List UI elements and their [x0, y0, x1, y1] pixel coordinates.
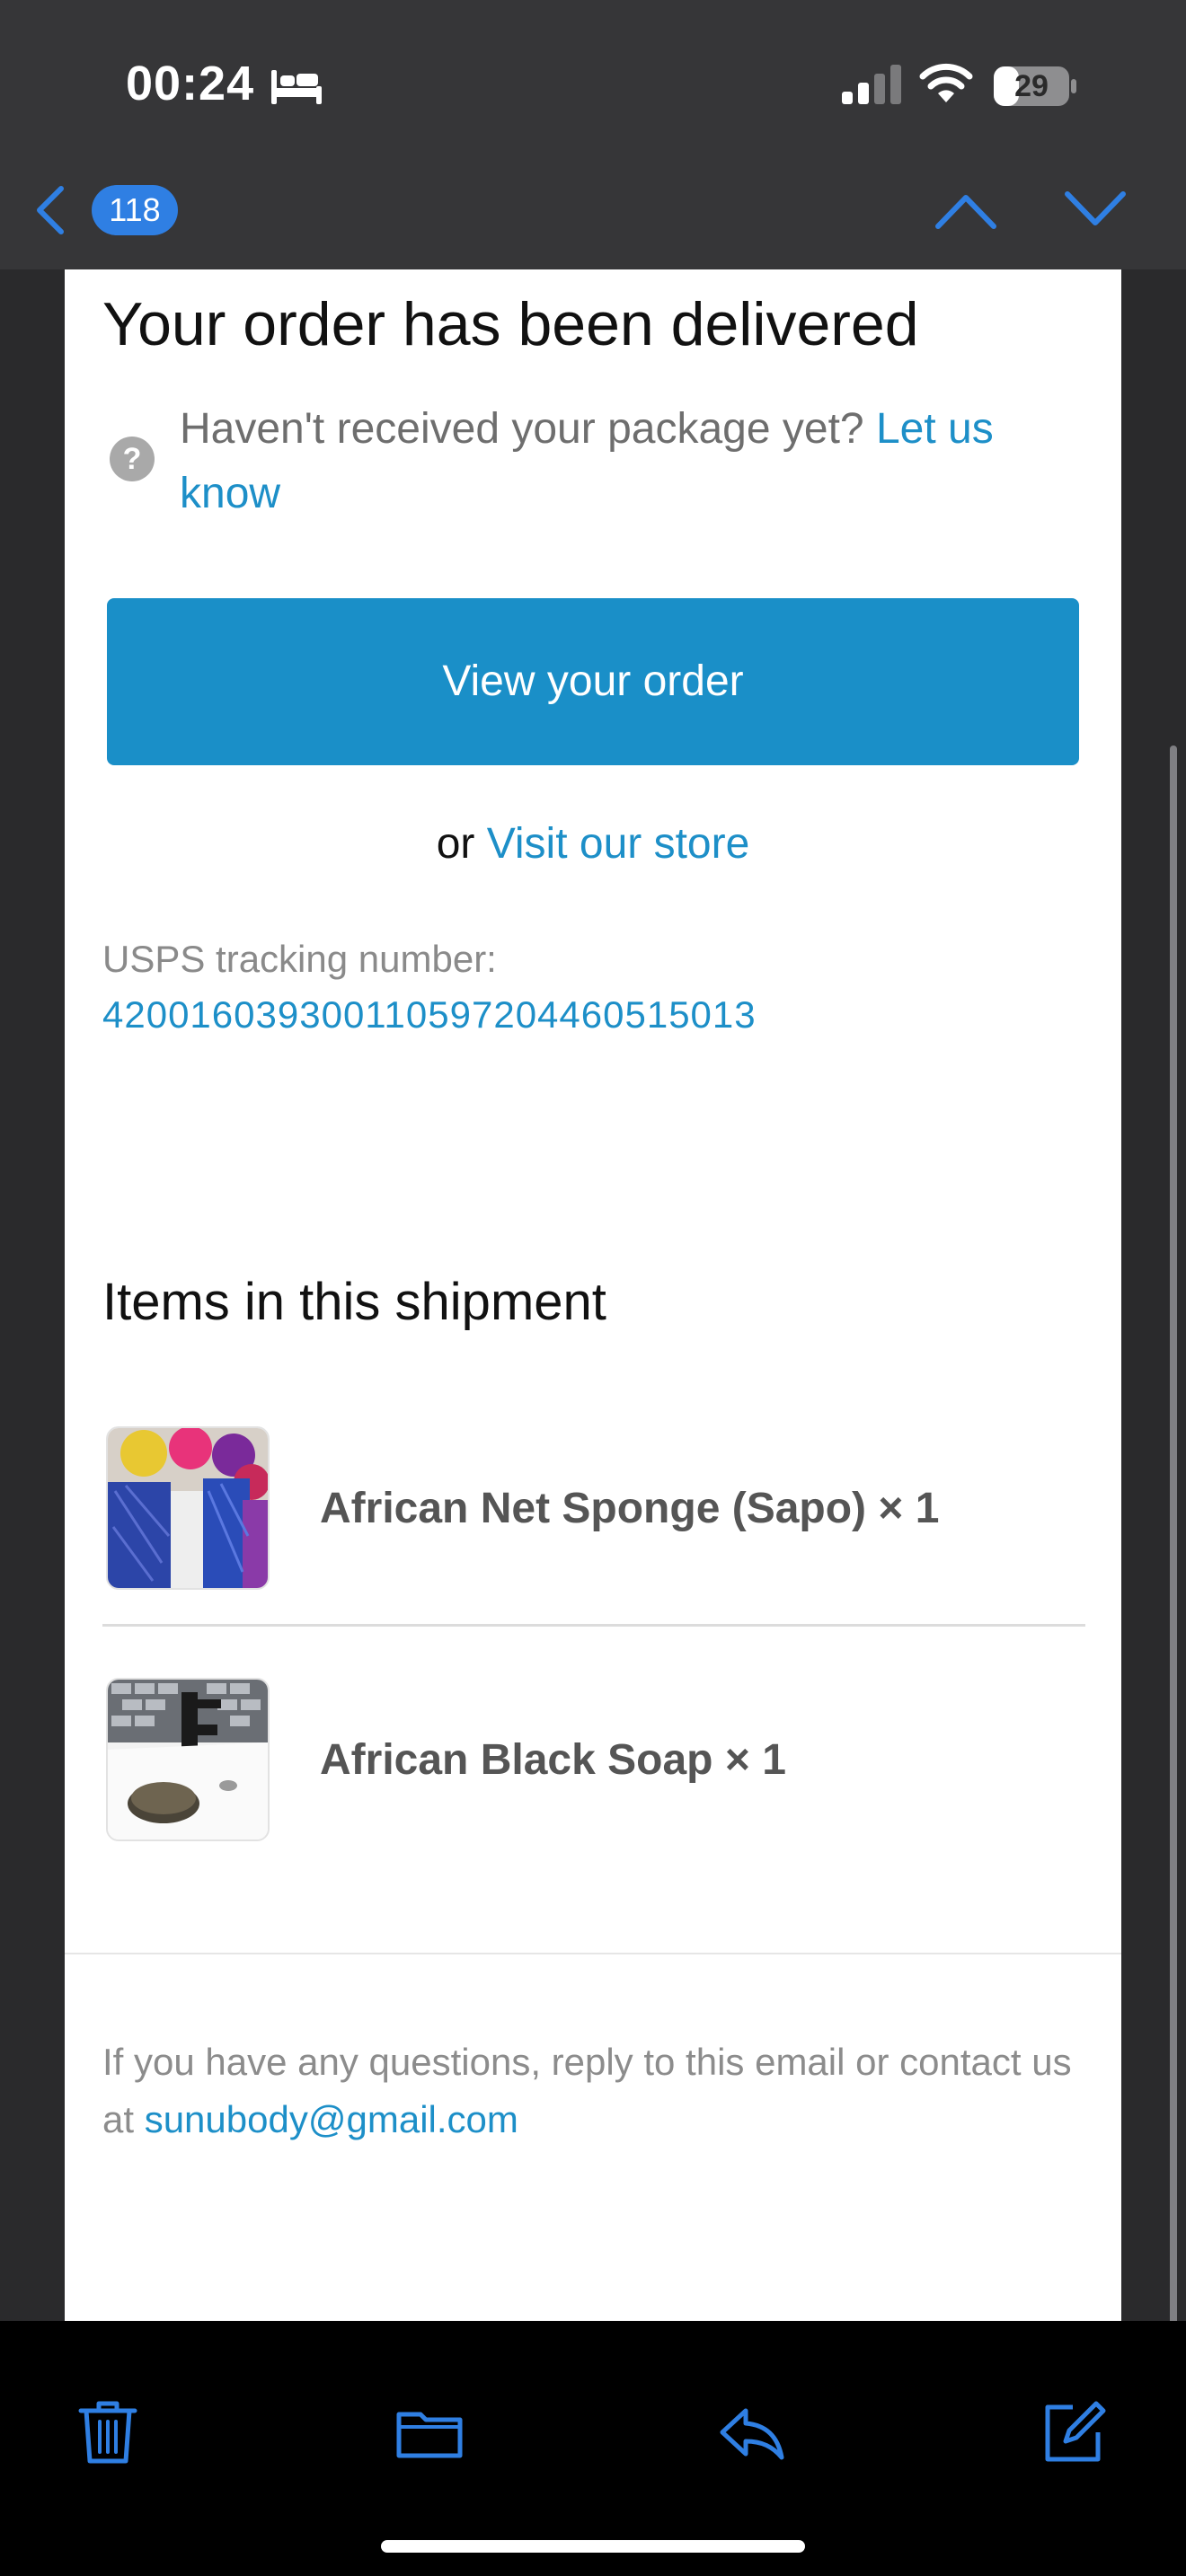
- bed-icon: [271, 70, 322, 104]
- chevron-left-icon[interactable]: [32, 183, 68, 237]
- top-bar: 00:24 29 118: [0, 0, 1186, 269]
- product-thumbnail-soap: [106, 1678, 270, 1841]
- tracking-label: USPS tracking number:: [102, 938, 497, 980]
- item-divider: [102, 1624, 1085, 1627]
- status-time: 00:24: [126, 57, 255, 110]
- cellular-signal-icon: [842, 65, 901, 104]
- product-thumbnail-sponge: [106, 1426, 270, 1590]
- question-circle-icon: ?: [110, 437, 155, 481]
- chevron-up-icon[interactable]: [934, 190, 997, 230]
- contact-email-link[interactable]: sunubody@gmail.com: [145, 2098, 518, 2140]
- battery-level: 29: [1014, 69, 1049, 103]
- footer-message: If you have any questions, reply to this…: [102, 2033, 1091, 2148]
- item-name: African Black Soap × 1: [320, 1736, 786, 1784]
- wifi-icon: [919, 63, 973, 102]
- scrollbar[interactable]: [1170, 745, 1177, 2344]
- trash-icon[interactable]: [72, 2396, 144, 2468]
- email-heading: Your order has been delivered: [102, 290, 919, 358]
- section-divider: [65, 1953, 1121, 1954]
- store-line: or Visit our store: [65, 819, 1121, 869]
- items-heading: Items in this shipment: [102, 1273, 606, 1331]
- help-text: Haven't received your package yet?: [180, 405, 876, 453]
- help-message: Haven't received your package yet? Let u…: [180, 397, 1087, 526]
- shipment-item: African Black Soap × 1: [102, 1645, 1085, 1861]
- home-indicator[interactable]: [381, 2540, 805, 2553]
- shipment-item: African Net Sponge (Sapo) × 1: [102, 1394, 1085, 1610]
- visit-store-link[interactable]: Visit our store: [487, 820, 750, 868]
- unread-count-badge[interactable]: 118: [92, 185, 178, 235]
- or-text: or: [436, 820, 487, 868]
- item-name: African Net Sponge (Sapo) × 1: [320, 1485, 940, 1532]
- email-body: Your order has been delivered ? Haven't …: [65, 269, 1121, 2321]
- reply-icon[interactable]: [715, 2396, 787, 2468]
- folder-icon[interactable]: [394, 2396, 465, 2468]
- tracking-number-link[interactable]: 420016039300110597204460515013: [102, 993, 757, 1037]
- view-order-button[interactable]: View your order: [107, 598, 1079, 765]
- compose-icon[interactable]: [1037, 2396, 1109, 2468]
- battery-icon: 29: [992, 65, 1078, 108]
- chevron-down-icon[interactable]: [1064, 190, 1127, 230]
- bottom-toolbar: [0, 2321, 1186, 2576]
